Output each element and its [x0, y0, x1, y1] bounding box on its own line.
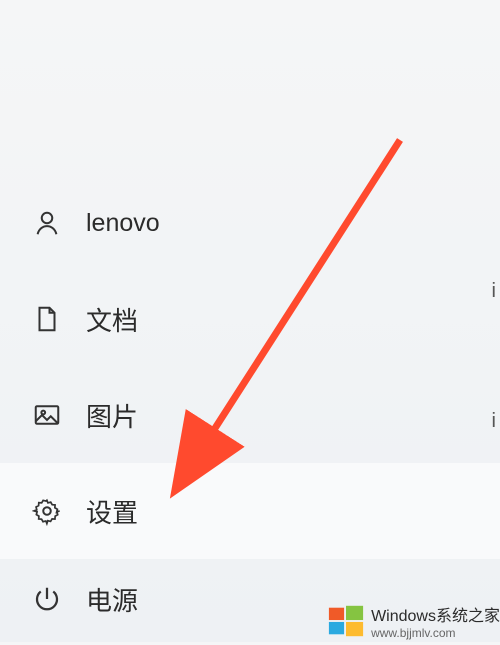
cropped-text-fragment: i [492, 280, 496, 303]
pictures-icon [30, 398, 64, 432]
power-icon [30, 582, 64, 616]
watermark: Windows系统之家 www.bjjmlv.com [323, 596, 500, 642]
person-icon [30, 206, 64, 240]
start-menu-documents-label: 文档 [86, 301, 138, 338]
gear-icon [30, 494, 64, 528]
watermark-url: www.bjjmlv.com [371, 626, 500, 640]
start-menu-documents[interactable]: 文档 [0, 271, 500, 367]
start-menu-user[interactable]: lenovo [0, 175, 500, 271]
watermark-text: Windows系统之家 www.bjjmlv.com [371, 602, 500, 640]
menu-item-list: lenovo 文档 图片 [0, 175, 500, 639]
document-icon [30, 302, 64, 336]
watermark-title: Windows系统之家 [371, 602, 500, 626]
windows-logo-icon [327, 602, 365, 640]
start-menu-left-panel: lenovo 文档 图片 [0, 0, 500, 642]
start-menu-user-label: lenovo [86, 209, 160, 238]
start-menu-pictures[interactable]: 图片 [0, 367, 500, 463]
cropped-text-fragment: i [492, 410, 496, 433]
start-menu-pictures-label: 图片 [86, 397, 138, 434]
start-menu-power-label: 电源 [86, 581, 138, 618]
start-menu-settings[interactable]: 设置 [0, 463, 500, 559]
start-menu-settings-label: 设置 [86, 493, 138, 530]
